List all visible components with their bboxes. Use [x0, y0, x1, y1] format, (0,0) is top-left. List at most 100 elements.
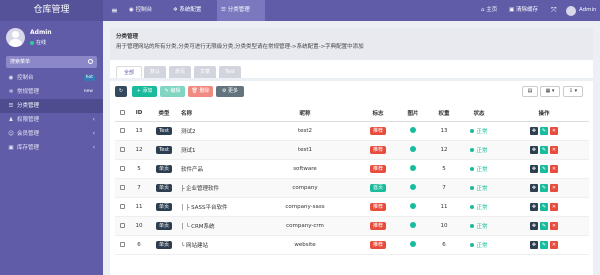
cell-status[interactable]: 正常 [459, 178, 499, 198]
cell-status[interactable]: 正常 [459, 121, 499, 141]
sidebar-item-4[interactable]: ☺ 会员管理 ‹ [0, 127, 103, 141]
table-row[interactable]: 12 Test 测试1 test1 推荐 12 正常 ✥ ✎ ✕ [115, 140, 589, 160]
tab-all[interactable]: 全部 [116, 66, 142, 78]
delete-button[interactable]: 🗑 删除 [188, 86, 213, 97]
menu-toggle-icon[interactable]: ≡ [111, 0, 118, 21]
avatar-small[interactable] [566, 6, 576, 16]
col-name[interactable]: 名称 [179, 106, 251, 122]
col-flag[interactable]: 标志 [359, 106, 397, 122]
col-type[interactable]: 类型 [149, 106, 179, 122]
delete-icon[interactable]: ✕ [550, 126, 558, 135]
cell-status[interactable]: 正常 [459, 216, 499, 236]
delete-icon[interactable]: ✕ [550, 221, 558, 230]
row-checkbox[interactable] [115, 178, 129, 198]
tab-system-config[interactable]: ✲ 系统配置 [169, 0, 217, 21]
tab-article[interactable]: 文章 [194, 66, 216, 78]
image-icon[interactable] [410, 127, 416, 134]
flag-label[interactable]: 推荐 [369, 126, 386, 135]
tab-default[interactable]: 默认 [144, 66, 166, 78]
sidebar-item-0[interactable]: ◉ 控制台 hot [0, 71, 103, 85]
table-row[interactable]: 10 单页 │ └ CRM系统 company-crm 推荐 10 正常 ✥ ✎ ✕ [115, 216, 589, 236]
table-row[interactable]: 13 Test 测试2 test2 推荐 13 正常 ✥ ✎ ✕ [115, 121, 589, 141]
search-input[interactable] [6, 56, 86, 68]
cell-status[interactable]: 正常 [459, 140, 499, 160]
col-weigh[interactable]: 权重 [429, 106, 459, 122]
refresh-button[interactable]: ↻ [115, 86, 127, 97]
delete-icon[interactable]: ✕ [550, 164, 558, 173]
table-row[interactable]: 5 单页 软件产品 software 推荐 5 正常 ✥ ✎ ✕ [115, 159, 589, 179]
edit-icon[interactable]: ✎ [540, 126, 548, 135]
edit-icon[interactable]: ✎ [540, 164, 548, 173]
toggle-view-icon[interactable]: ▤ [522, 86, 538, 97]
sidebar-item-3[interactable]: ♟ 权限管理 ‹ [0, 113, 103, 127]
export-icon[interactable]: ⇩ ▾ [563, 86, 583, 97]
image-icon[interactable] [410, 165, 416, 172]
table-row[interactable]: 6 单页 └ 网站建站 website 推荐 6 正常 ✥ ✎ ✕ [115, 235, 589, 255]
row-checkbox[interactable] [115, 140, 129, 160]
image-icon[interactable] [410, 203, 416, 210]
edit-icon[interactable]: ✎ [540, 145, 548, 154]
cell-status[interactable]: 正常 [459, 159, 499, 179]
type-label: 单页 [155, 240, 172, 249]
flag-label[interactable]: 推荐 [369, 202, 386, 211]
image-icon[interactable] [410, 184, 416, 191]
sidebar-item-1[interactable]: ✲ 常规管理 new [0, 85, 103, 99]
tab-dashboard[interactable]: ◉ 控制台 [125, 0, 169, 21]
row-checkbox[interactable] [115, 216, 129, 236]
more-button[interactable]: ⚙ 更多 [216, 86, 244, 97]
edit-icon[interactable]: ✎ [540, 240, 548, 249]
image-icon[interactable] [410, 146, 416, 153]
drag-icon[interactable]: ✥ [530, 164, 538, 173]
drag-icon[interactable]: ✥ [530, 221, 538, 230]
col-status[interactable]: 状态 [459, 106, 499, 122]
edit-icon[interactable]: ✎ [540, 221, 548, 230]
cell-name: │ ├ SASS平台软件 [179, 197, 251, 217]
app-title[interactable]: 仓库管理 [0, 0, 103, 21]
cell-status[interactable]: 正常 [459, 197, 499, 217]
cell-status[interactable]: 正常 [459, 235, 499, 255]
flag-label[interactable]: 推荐 [369, 145, 386, 154]
delete-icon[interactable]: ✕ [550, 202, 558, 211]
delete-icon[interactable]: ✕ [550, 240, 558, 249]
delete-icon[interactable]: ✕ [550, 145, 558, 154]
image-icon[interactable] [410, 222, 416, 229]
image-icon[interactable] [410, 241, 416, 248]
edit-button[interactable]: ✎ 编辑 [160, 86, 185, 97]
fullscreen-icon[interactable]: ⤧ [551, 0, 557, 21]
columns-icon[interactable]: ▦ ▾ [540, 86, 560, 97]
drag-icon[interactable]: ✥ [530, 126, 538, 135]
drag-icon[interactable]: ✥ [530, 145, 538, 154]
drag-icon[interactable]: ✥ [530, 202, 538, 211]
edit-icon[interactable]: ✎ [540, 183, 548, 192]
flag-label[interactable]: 推荐 [369, 240, 386, 249]
row-checkbox[interactable] [115, 121, 129, 141]
sidebar-search[interactable] [6, 56, 97, 68]
tab-category[interactable]: ☰ 分类管理 [217, 0, 265, 21]
admin-menu[interactable]: Admin [579, 0, 597, 21]
flag-label[interactable]: 推荐 [369, 221, 386, 230]
sidebar-item-2[interactable]: ☰ 分类管理 [0, 99, 103, 113]
row-checkbox[interactable] [115, 235, 129, 255]
row-checkbox[interactable] [115, 197, 129, 217]
col-image[interactable]: 图片 [397, 106, 429, 122]
flag-label[interactable]: 推荐 [369, 164, 386, 173]
drag-icon[interactable]: ✥ [530, 240, 538, 249]
cell-type: Test [149, 121, 179, 141]
clear-cache-button[interactable]: ▣ 清除缓存 [509, 0, 538, 21]
delete-icon[interactable]: ✕ [550, 183, 558, 192]
col-id[interactable]: ID [129, 106, 149, 122]
row-checkbox[interactable] [115, 159, 129, 179]
drag-icon[interactable]: ✥ [530, 183, 538, 192]
select-all-checkbox[interactable] [115, 106, 129, 122]
tab-page[interactable]: 单页 [169, 66, 191, 78]
table-row[interactable]: 11 单页 │ ├ SASS平台软件 company-sass 推荐 11 正常 ✥ ✎ ✕ [115, 197, 589, 217]
sidebar-item-5[interactable]: ▣ 库存管理 ‹ [0, 141, 103, 155]
add-button[interactable]: + 添加 [132, 86, 157, 97]
search-icon[interactable] [88, 59, 93, 64]
tab-test[interactable]: Test [219, 66, 241, 78]
col-nickname[interactable]: 昵称 [251, 106, 359, 122]
edit-icon[interactable]: ✎ [540, 202, 548, 211]
table-row[interactable]: 7 单页 ├ 企业管理软件 company 首页 7 正常 ✥ ✎ ✕ [115, 178, 589, 198]
flag-label[interactable]: 首页 [369, 183, 386, 192]
home-link[interactable]: ⌂ 主页 [481, 0, 497, 21]
